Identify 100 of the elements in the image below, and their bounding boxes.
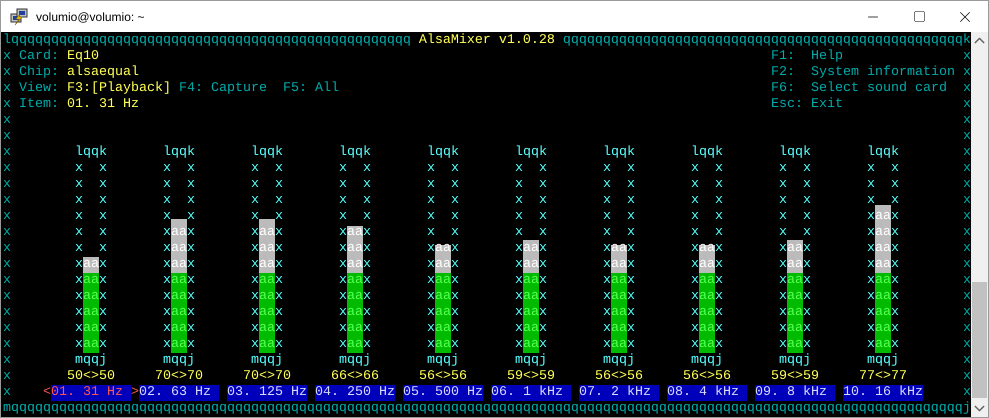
track-side-glyph: x [867, 273, 875, 289]
track-side-glyph: x [427, 193, 435, 209]
fill-glyph: aa [435, 273, 451, 289]
track-side-glyph: x [603, 209, 611, 225]
track-side-glyph: x [515, 289, 523, 305]
fill-glyph: aa [83, 321, 99, 337]
track-bottom-glyph: mqqj [251, 353, 283, 368]
volume-value: 50<>50 [67, 369, 115, 384]
info-value: Eq10 [67, 49, 99, 65]
track-side-glyph: x [691, 257, 699, 273]
track-side-glyph: x [603, 225, 611, 241]
channel-label[interactable]: 04. 250 Hz [315, 385, 395, 401]
track-side-glyph: x [515, 193, 523, 209]
border-glyph: x [963, 273, 971, 289]
track-side-glyph: x [427, 209, 435, 225]
track-side-glyph: x [427, 321, 435, 337]
border-glyph: x [963, 97, 971, 113]
fill-glyph: aa [435, 321, 451, 337]
border-glyph: x [3, 97, 11, 113]
track-side-glyph: x [891, 257, 899, 273]
track-side-glyph: x [627, 209, 635, 225]
fill-glyph: aa [875, 305, 891, 321]
track-side-glyph: x [779, 209, 787, 225]
fill-glyph: aa [347, 257, 363, 273]
fill-glyph: aa [875, 321, 891, 337]
track-top-glyph: lqqk [339, 145, 371, 160]
track-side-glyph: x [539, 321, 547, 337]
track-side-glyph: x [715, 241, 723, 257]
channel-label[interactable]: 01. 31 Hz [51, 385, 131, 401]
track-bottom-glyph: mqqj [75, 353, 107, 368]
help-key: F2: [771, 65, 811, 81]
fill-glyph: aa [523, 257, 539, 273]
track-side-glyph: x [691, 209, 699, 225]
fill-glyph: aa [875, 289, 891, 305]
track-side-glyph: x [803, 289, 811, 305]
track-side-glyph: x [187, 305, 195, 321]
help-key: F6: [771, 81, 811, 97]
track-side-glyph: x [451, 337, 459, 353]
track-side-glyph: x [451, 273, 459, 289]
track-side-glyph: x [339, 193, 347, 209]
channel-label[interactable]: 10. 16 kHz [843, 385, 923, 401]
track-side-glyph: x [187, 289, 195, 305]
track-side-glyph: x [803, 225, 811, 241]
track-side-glyph: x [715, 193, 723, 209]
maximize-icon[interactable] [912, 10, 926, 23]
border-glyph: x [963, 257, 971, 273]
border-glyph: x [3, 129, 11, 145]
track-side-glyph: x [339, 209, 347, 225]
track-side-glyph: x [627, 321, 635, 337]
track-side-glyph: x [691, 241, 699, 257]
track-side-glyph: x [163, 321, 171, 337]
channel-label[interactable]: 09. 8 kHz [755, 385, 835, 401]
track-side-glyph: x [867, 161, 875, 177]
channel-label[interactable]: 07. 2 kHz [579, 385, 659, 401]
view-tab[interactable]: F3:[Playback] [67, 81, 171, 97]
track-side-glyph: x [75, 161, 83, 177]
fill-glyph: aa [435, 337, 451, 353]
border-glyph: x [963, 337, 971, 353]
volume-value: 66<>66 [331, 369, 379, 384]
channel-label[interactable]: 06. 1 kHz [491, 385, 571, 401]
track-side-glyph: x [363, 177, 371, 193]
track-side-glyph: x [891, 305, 899, 321]
track-side-glyph: x [451, 209, 459, 225]
track-side-glyph: x [715, 337, 723, 353]
fill-glyph: aa [787, 289, 803, 305]
scrollbar[interactable] [971, 32, 988, 417]
scrollbar-thumb[interactable] [972, 282, 987, 398]
track-side-glyph: x [187, 337, 195, 353]
track-side-glyph: x [75, 305, 83, 321]
track-side-glyph: x [99, 321, 107, 337]
track-side-glyph: x [803, 337, 811, 353]
track-side-glyph: x [803, 161, 811, 177]
track-side-glyph: x [539, 193, 547, 209]
fill-glyph: aa [83, 305, 99, 321]
border-glyph: x [3, 385, 11, 401]
volume-value: 56<>56 [683, 369, 731, 384]
track-side-glyph: x [275, 225, 283, 241]
fill-glyph: aa [259, 289, 275, 305]
track-side-glyph: x [779, 305, 787, 321]
border-glyph: x [3, 257, 11, 273]
track-side-glyph: x [163, 209, 171, 225]
channel-label[interactable]: 02. 63 Hz [139, 385, 219, 401]
border-glyph: x [963, 65, 971, 81]
channel-label[interactable]: 03. 125 Hz [227, 385, 307, 401]
track-side-glyph: x [251, 321, 259, 337]
track-top-glyph: lqqk [867, 145, 899, 160]
app-title: AlsaMixer v1.0.28 [418, 33, 555, 49]
channel-label[interactable]: 08. 4 kHz [667, 385, 747, 401]
view-tab[interactable]: F4: Capture [178, 81, 275, 97]
track-bottom-glyph: mqqj [339, 353, 371, 368]
track-side-glyph: x [75, 273, 83, 289]
track-bottom-glyph: mqqj [603, 353, 635, 368]
border-glyph: x [963, 353, 971, 369]
track-side-glyph: x [803, 257, 811, 273]
track-side-glyph: x [715, 225, 723, 241]
track-side-glyph: x [163, 273, 171, 289]
channel-label[interactable]: 05. 500 Hz [403, 385, 483, 401]
view-tab[interactable]: F5: All [282, 81, 347, 97]
track-top-glyph: lqqk [603, 145, 635, 160]
volume-value: 70<>70 [243, 369, 291, 384]
